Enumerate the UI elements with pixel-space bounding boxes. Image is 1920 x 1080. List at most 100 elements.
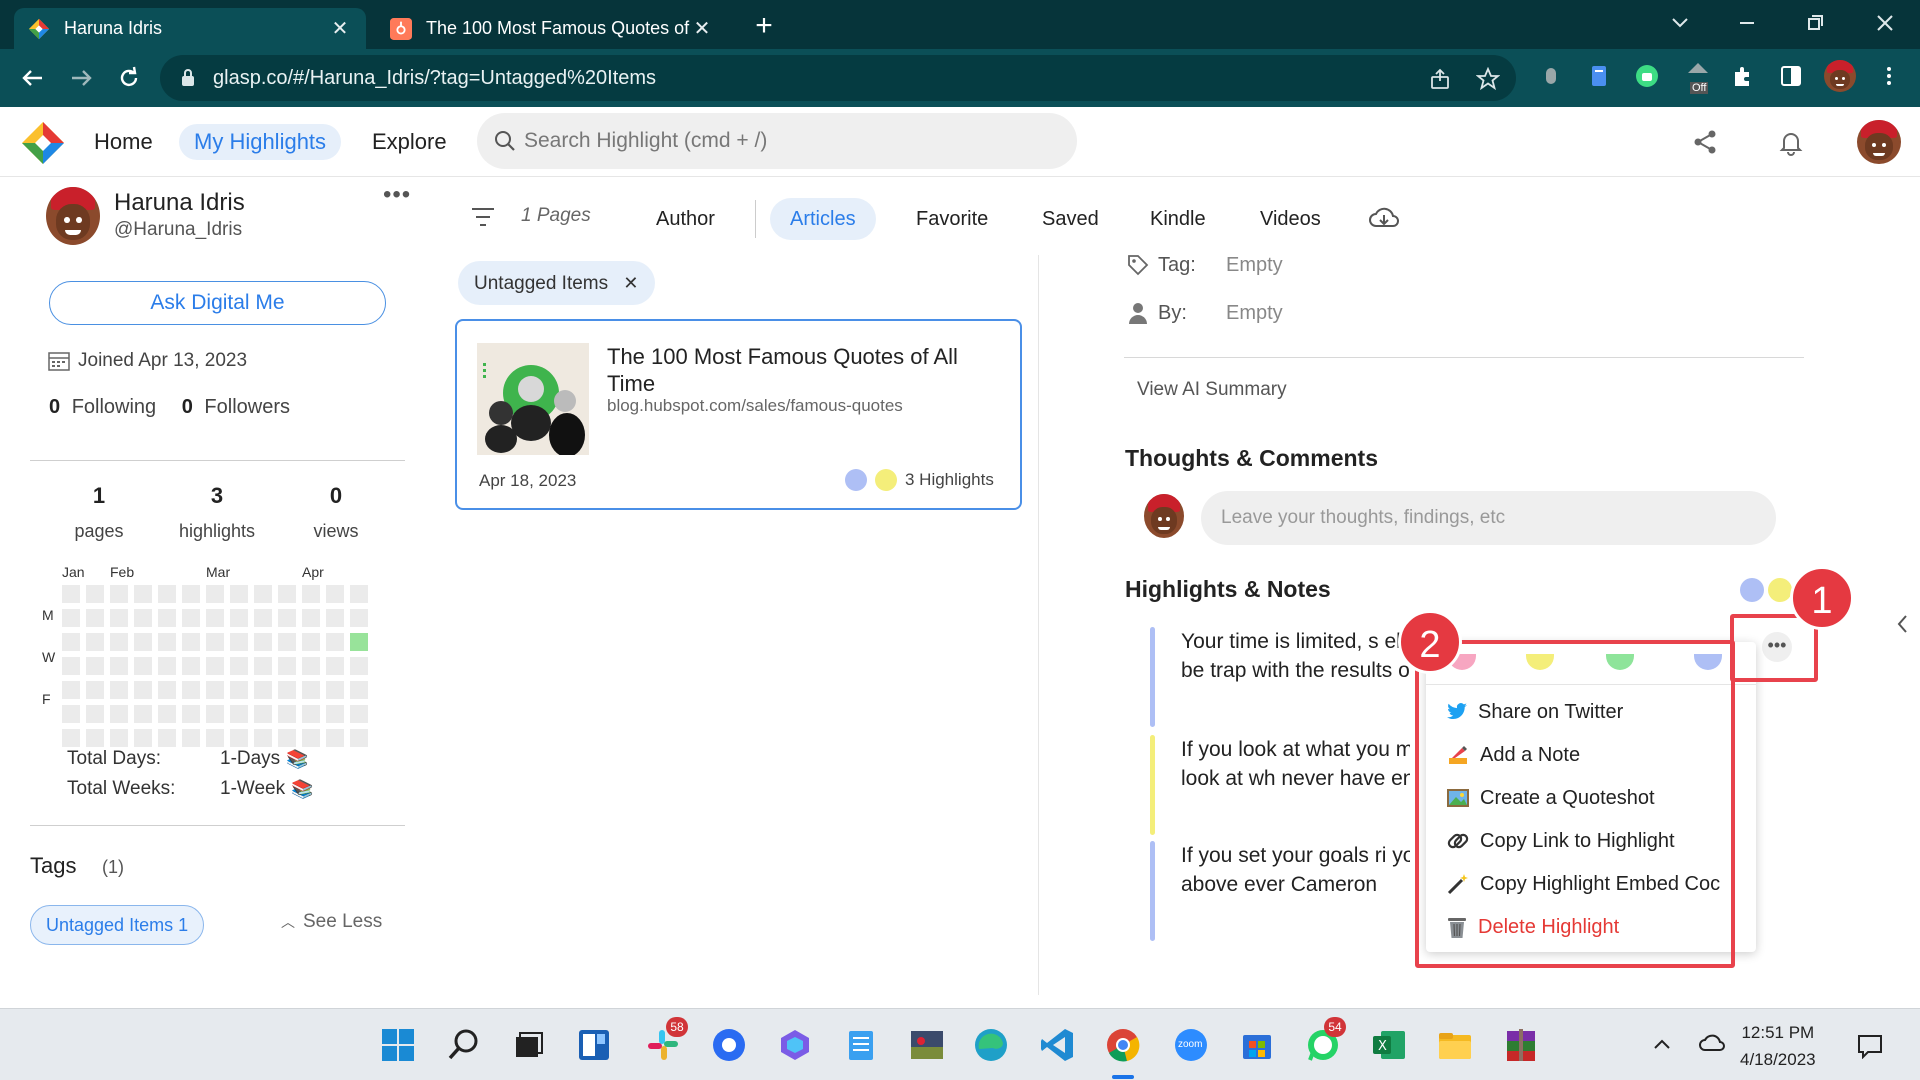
tab-close-icon[interactable]: ✕	[328, 17, 352, 41]
notepad-icon[interactable]	[843, 1027, 879, 1063]
tab-saved[interactable]: Saved	[1042, 198, 1099, 240]
whatsapp-badge: 54	[1324, 1017, 1346, 1037]
heatmap-cell	[230, 705, 248, 723]
menu-copy-link[interactable]: Copy Link to Highlight	[1446, 826, 1675, 856]
windows-start-icon[interactable]	[380, 1027, 416, 1063]
view-ai-summary-link[interactable]: View AI Summary	[1137, 379, 1287, 401]
bookmark-star-icon[interactable]	[1476, 67, 1500, 91]
tab-articles[interactable]: Articles	[770, 198, 876, 240]
followers-label[interactable]: Followers	[204, 396, 290, 418]
month-label: Jan	[62, 564, 85, 580]
game-app-icon[interactable]	[909, 1027, 945, 1063]
minimize-icon[interactable]	[1732, 8, 1762, 38]
onedrive-cloud-icon[interactable]	[1698, 1033, 1726, 1053]
extensions-puzzle-icon[interactable]	[1730, 63, 1756, 89]
tab-famous-quotes[interactable]: The 100 Most Famous Quotes of ✕	[376, 8, 728, 49]
see-less-label: See Less	[303, 911, 383, 932]
hubspot-favicon-icon	[390, 17, 412, 40]
heatmap-cell	[350, 633, 368, 651]
new-tab-button[interactable]: +	[747, 10, 781, 44]
store-icon[interactable]	[1239, 1027, 1275, 1063]
search-input[interactable]	[524, 121, 1044, 161]
search-bar[interactable]	[477, 113, 1077, 169]
green-color-swatch[interactable]	[1606, 654, 1634, 670]
heatmap-cell	[350, 705, 368, 723]
profile-more-icon[interactable]: •••	[383, 181, 411, 209]
chevron-left-icon[interactable]	[1896, 612, 1910, 636]
extension-docs-icon[interactable]	[1586, 63, 1612, 89]
blue-color-swatch[interactable]	[1694, 654, 1722, 670]
menu-add-note[interactable]: Add a Note	[1446, 740, 1580, 770]
tab-haruna-idris[interactable]: Haruna Idris ✕	[14, 8, 366, 49]
task-view-icon[interactable]	[510, 1027, 546, 1063]
filter-icon[interactable]	[470, 206, 496, 228]
tab-videos[interactable]: Videos	[1260, 198, 1321, 240]
forward-arrow-icon[interactable]	[66, 63, 96, 93]
notification-center-icon[interactable]	[1856, 1033, 1884, 1059]
tab-search-chevron-icon[interactable]	[1665, 8, 1695, 38]
menu-create-quoteshot[interactable]: Create a Quoteshot	[1446, 783, 1655, 813]
file-explorer-icon[interactable]	[1437, 1027, 1473, 1063]
share-icon[interactable]	[1690, 127, 1720, 157]
highlight-item[interactable]: If you look at what you more. If you loo…	[1150, 735, 1410, 835]
bell-icon[interactable]	[1776, 127, 1806, 157]
cloud-download-icon[interactable]	[1367, 204, 1401, 232]
share-page-icon[interactable]	[1428, 67, 1452, 91]
address-bar[interactable]: glasp.co/#/Haruna_Idris/?tag=Untagged%20…	[160, 55, 1516, 101]
highlight-item[interactable]: If you set your goals ri you will fail a…	[1150, 841, 1410, 941]
menu-delete-highlight[interactable]: Delete Highlight	[1446, 912, 1619, 942]
profile-avatar[interactable]	[1824, 60, 1856, 92]
excel-icon[interactable]: X	[1371, 1027, 1407, 1063]
zoom-label: zoom	[1178, 1039, 1203, 1050]
highlight-item[interactable]: Your time is limited, s else's life. Don…	[1150, 627, 1410, 727]
lock-icon[interactable]	[180, 68, 196, 88]
yellow-color-swatch[interactable]	[1526, 654, 1554, 670]
extension-android-icon[interactable]	[1634, 63, 1660, 89]
nav-explore[interactable]: Explore	[372, 124, 447, 160]
chevron-up-icon[interactable]	[1652, 1037, 1672, 1051]
side-panel-icon[interactable]	[1778, 63, 1804, 89]
back-arrow-icon[interactable]	[18, 63, 48, 93]
system-clock[interactable]: 12:51 PM 4/18/2023	[1740, 1019, 1816, 1073]
tab-favorite[interactable]: Favorite	[916, 198, 988, 240]
close-window-icon[interactable]	[1870, 8, 1900, 38]
comment-input[interactable]	[1201, 491, 1776, 545]
extension-ghost-icon[interactable]	[1538, 63, 1564, 89]
search-icon[interactable]	[446, 1027, 482, 1063]
following-label[interactable]: Following	[72, 396, 156, 418]
tab-close-icon[interactable]: ✕	[690, 17, 714, 41]
chrome-icon[interactable]	[1105, 1027, 1141, 1063]
widgets-icon[interactable]	[576, 1027, 612, 1063]
user-avatar[interactable]	[1857, 120, 1901, 164]
restore-icon[interactable]	[1800, 8, 1830, 38]
close-icon[interactable]: ✕	[623, 273, 638, 293]
tag-value[interactable]: Empty	[1226, 254, 1283, 277]
tab-kindle[interactable]: Kindle	[1150, 198, 1206, 240]
winrar-icon[interactable]	[1503, 1027, 1539, 1063]
see-less-link[interactable]: ︿ See Less	[281, 911, 382, 933]
yellow-color-dot[interactable]	[1768, 578, 1792, 602]
app-circle-icon[interactable]	[711, 1027, 747, 1063]
article-card[interactable]: The 100 Most Famous Quotes of All Time b…	[455, 319, 1022, 510]
copilot-icon[interactable]	[777, 1027, 813, 1063]
article-title[interactable]: The 100 Most Famous Quotes of All Time	[607, 343, 1007, 397]
menu-copy-embed[interactable]: Copy Highlight Embed Coc	[1446, 869, 1720, 899]
edge-icon[interactable]	[973, 1027, 1009, 1063]
search-icon	[495, 131, 515, 151]
profile-picture	[46, 187, 100, 245]
tag-untagged-items[interactable]: Untagged Items 1	[30, 905, 205, 945]
author-value[interactable]: Empty	[1226, 302, 1283, 325]
joined-date: Joined Apr 13, 2023	[48, 350, 247, 372]
glasp-logo-icon[interactable]	[20, 120, 66, 166]
nav-my-highlights[interactable]: My Highlights	[179, 124, 342, 160]
highlight-more-button[interactable]: •••	[1762, 632, 1792, 662]
chrome-menu-icon[interactable]	[1876, 63, 1902, 89]
vscode-icon[interactable]	[1039, 1027, 1075, 1063]
heatmap-cell	[206, 609, 224, 627]
tab-author[interactable]: Author	[656, 198, 715, 240]
ask-digital-me-button[interactable]: Ask Digital Me	[49, 281, 386, 325]
reload-icon[interactable]	[114, 63, 144, 93]
nav-home[interactable]: Home	[94, 124, 153, 160]
menu-share-twitter[interactable]: Share on Twitter	[1446, 697, 1623, 727]
blue-color-dot[interactable]	[1740, 578, 1764, 602]
